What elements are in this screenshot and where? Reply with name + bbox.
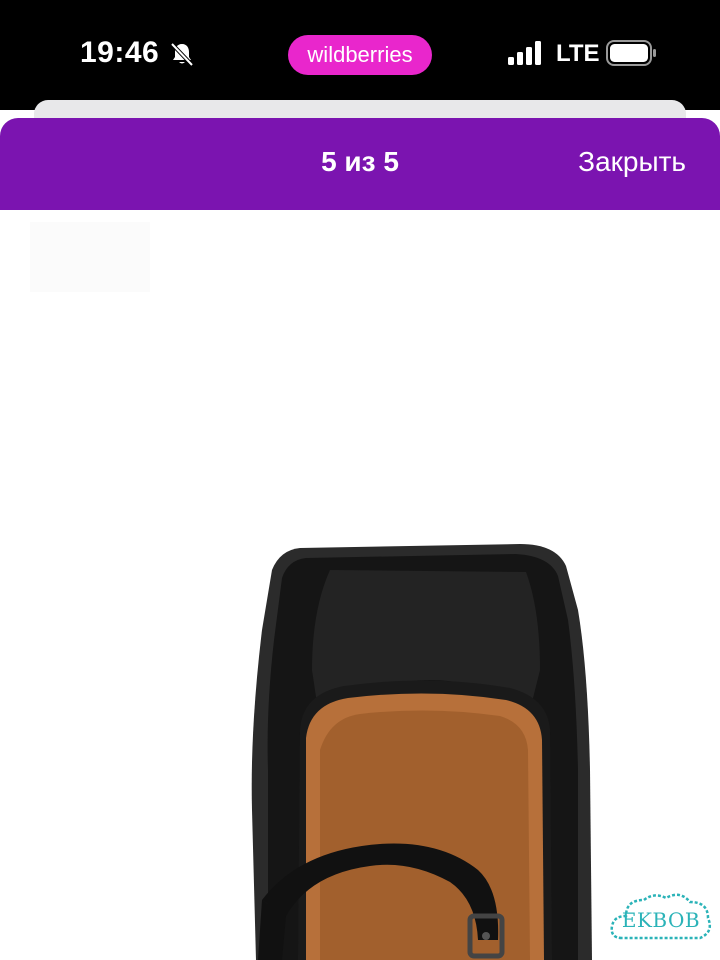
signal-icon: [508, 41, 541, 65]
screen: 19:46 wildberries LTE 5 из 5 Закрыть EKB…: [0, 0, 720, 960]
network-label: LTE: [556, 40, 600, 67]
status-time: 19:46: [80, 36, 160, 69]
viewer-header: 5 из 5 Закрыть: [0, 118, 720, 210]
app-name: wildberries: [307, 42, 413, 67]
app-pill[interactable]: wildberries: [288, 35, 432, 75]
bell-muted-icon: [170, 42, 194, 67]
status-bar: 19:46 wildberries LTE: [0, 0, 720, 110]
battery-icon: [606, 40, 656, 66]
watermark-text: EKBOB: [621, 908, 701, 932]
close-button[interactable]: Закрыть: [578, 146, 686, 178]
shoe-photo: [30, 222, 592, 960]
photo-viewer[interactable]: [0, 210, 720, 960]
watermark: EKBOB: [608, 888, 714, 950]
